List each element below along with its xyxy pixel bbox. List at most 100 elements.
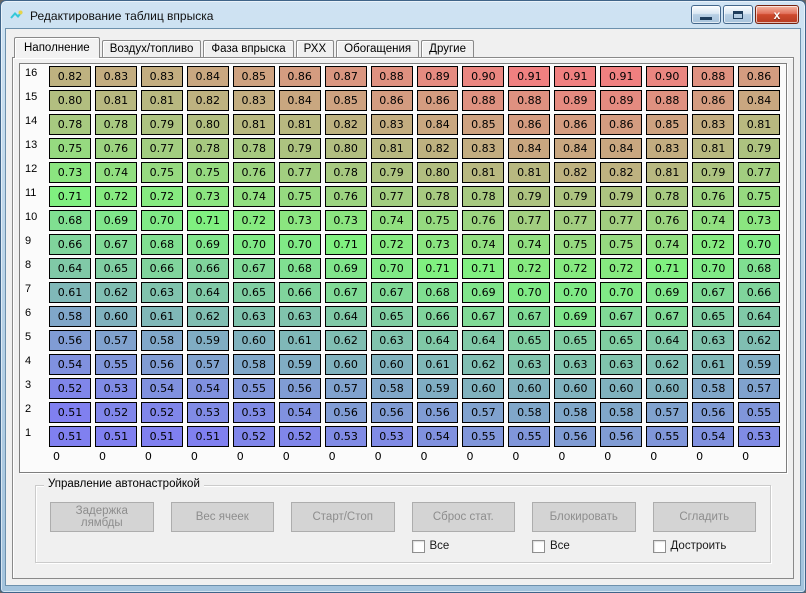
grid-cell[interactable]: 0.54 (49, 354, 91, 375)
grid-cell[interactable]: 0.74 (508, 234, 551, 255)
grid-cell[interactable]: 0.84 (416, 114, 459, 135)
grid-cell[interactable]: 0.67 (600, 306, 643, 327)
grid-cell[interactable]: 0.68 (49, 210, 91, 231)
grid-cell[interactable]: 0.54 (692, 426, 735, 447)
grid-cell[interactable]: 0.56 (324, 402, 367, 423)
grid-cell[interactable]: 0.85 (462, 114, 505, 135)
grid-cell[interactable]: 0.72 (600, 258, 643, 279)
grid-cell[interactable]: 0.83 (646, 138, 689, 159)
grid-cell[interactable]: 0.91 (554, 66, 597, 87)
grid-cell[interactable]: 0.90 (646, 66, 689, 87)
grid-cell[interactable]: 0.52 (94, 402, 137, 423)
grid-cell[interactable]: 0.51 (186, 426, 229, 447)
checkbox-1[interactable] (411, 539, 425, 553)
grid-cell[interactable]: 0.87 (324, 66, 367, 87)
grid-cell[interactable]: 0.74 (232, 186, 275, 207)
grid-cell[interactable]: 0.79 (554, 186, 597, 207)
grid-cell[interactable]: 0.76 (646, 210, 689, 231)
grid-cell[interactable]: 0.74 (646, 234, 689, 255)
grid-cell[interactable]: 0.56 (600, 426, 643, 447)
grid-cell[interactable]: 0.76 (324, 186, 367, 207)
grid-cell[interactable]: 0.70 (508, 282, 551, 303)
grid-cell[interactable]: 0.69 (94, 210, 137, 231)
grid-cell[interactable]: 0.56 (49, 330, 91, 351)
grid-cell[interactable]: 0.75 (416, 210, 459, 231)
grid-cell[interactable]: 0.61 (49, 282, 91, 303)
grid-cell[interactable]: 0.66 (278, 282, 321, 303)
grid-cell[interactable]: 0.84 (508, 138, 551, 159)
grid-cell[interactable]: 0.69 (646, 282, 689, 303)
grid-cell[interactable]: 0.81 (462, 162, 505, 183)
tab-3[interactable]: Фаза впрыска (203, 40, 294, 57)
grid-cell[interactable]: 0.53 (370, 426, 413, 447)
grid-cell[interactable]: 0.69 (324, 258, 367, 279)
grid-cell[interactable]: 0.57 (646, 402, 689, 423)
grid-cell[interactable]: 0.86 (692, 90, 735, 111)
grid-cell[interactable]: 0.51 (49, 426, 91, 447)
grid-cell[interactable]: 0.55 (94, 354, 137, 375)
grid-cell[interactable]: 0.56 (278, 378, 321, 399)
grid-cell[interactable]: 0.62 (94, 282, 137, 303)
grid-cell[interactable]: 0.60 (370, 354, 413, 375)
grid-cell[interactable]: 0.66 (738, 282, 780, 303)
grid-cell[interactable]: 0.79 (738, 138, 780, 159)
grid-cell[interactable]: 0.80 (49, 90, 91, 111)
grid-cell[interactable]: 0.76 (462, 210, 505, 231)
grid-cell[interactable]: 0.88 (370, 66, 413, 87)
grid-cell[interactable]: 0.81 (140, 90, 183, 111)
grid-cell[interactable]: 0.56 (140, 354, 183, 375)
grid-cell[interactable]: 0.62 (186, 306, 229, 327)
grid-cell[interactable]: 0.72 (94, 186, 137, 207)
maximize-button[interactable] (723, 5, 753, 24)
grid-cell[interactable]: 0.76 (94, 138, 137, 159)
grid-cell[interactable]: 0.71 (416, 258, 459, 279)
grid-cell[interactable]: 0.78 (646, 186, 689, 207)
grid-cell[interactable]: 0.89 (554, 90, 597, 111)
grid-cell[interactable]: 0.63 (278, 306, 321, 327)
grid-cell[interactable]: 0.61 (278, 330, 321, 351)
title-bar[interactable]: Редактирование таблиц впрыска x (5, 1, 801, 28)
tab-1[interactable]: Наполнение (14, 37, 100, 58)
grid-cell[interactable]: 0.79 (508, 186, 551, 207)
autotune-button-4[interactable]: Сброс стат. (411, 502, 515, 532)
grid-cell[interactable]: 0.88 (508, 90, 551, 111)
grid-cell[interactable]: 0.53 (738, 426, 780, 447)
grid-cell[interactable]: 0.63 (554, 354, 597, 375)
grid-cell[interactable]: 0.56 (370, 402, 413, 423)
grid-cell[interactable]: 0.81 (646, 162, 689, 183)
autotune-button-1[interactable]: Задержка лямбды (50, 502, 154, 532)
grid-cell[interactable]: 0.82 (324, 114, 367, 135)
grid-cell[interactable]: 0.64 (324, 306, 367, 327)
grid-cell[interactable]: 0.83 (370, 114, 413, 135)
grid-cell[interactable]: 0.69 (462, 282, 505, 303)
grid-cell[interactable]: 0.80 (186, 114, 229, 135)
grid-cell[interactable]: 0.82 (49, 66, 91, 87)
grid-cell[interactable]: 0.70 (278, 234, 321, 255)
grid-cell[interactable]: 0.62 (462, 354, 505, 375)
grid-cell[interactable]: 0.78 (49, 114, 91, 135)
grid-cell[interactable]: 0.66 (140, 258, 183, 279)
grid-cell[interactable]: 0.71 (462, 258, 505, 279)
grid-cell[interactable]: 0.70 (692, 258, 735, 279)
grid-cell[interactable]: 0.75 (186, 162, 229, 183)
grid-cell[interactable]: 0.74 (462, 234, 505, 255)
grid-cell[interactable]: 0.91 (508, 66, 551, 87)
grid-cell[interactable]: 0.85 (232, 66, 275, 87)
grid-cell[interactable]: 0.73 (186, 186, 229, 207)
grid-cell[interactable]: 0.58 (554, 402, 597, 423)
grid-cell[interactable]: 0.67 (462, 306, 505, 327)
grid-cell[interactable]: 0.57 (738, 378, 780, 399)
grid-cell[interactable]: 0.76 (232, 162, 275, 183)
grid-cell[interactable]: 0.75 (140, 162, 183, 183)
grid-cell[interactable]: 0.86 (554, 114, 597, 135)
grid-cell[interactable]: 0.70 (554, 282, 597, 303)
grid-cell[interactable]: 0.60 (600, 378, 643, 399)
grid-cell[interactable]: 0.67 (324, 282, 367, 303)
grid-cell[interactable]: 0.68 (416, 282, 459, 303)
grid-cell[interactable]: 0.57 (186, 354, 229, 375)
grid-cell[interactable]: 0.54 (186, 378, 229, 399)
grid-cell[interactable]: 0.63 (232, 306, 275, 327)
grid-cell[interactable]: 0.80 (324, 138, 367, 159)
grid-cell[interactable]: 0.65 (94, 258, 137, 279)
grid-cell[interactable]: 0.60 (94, 306, 137, 327)
